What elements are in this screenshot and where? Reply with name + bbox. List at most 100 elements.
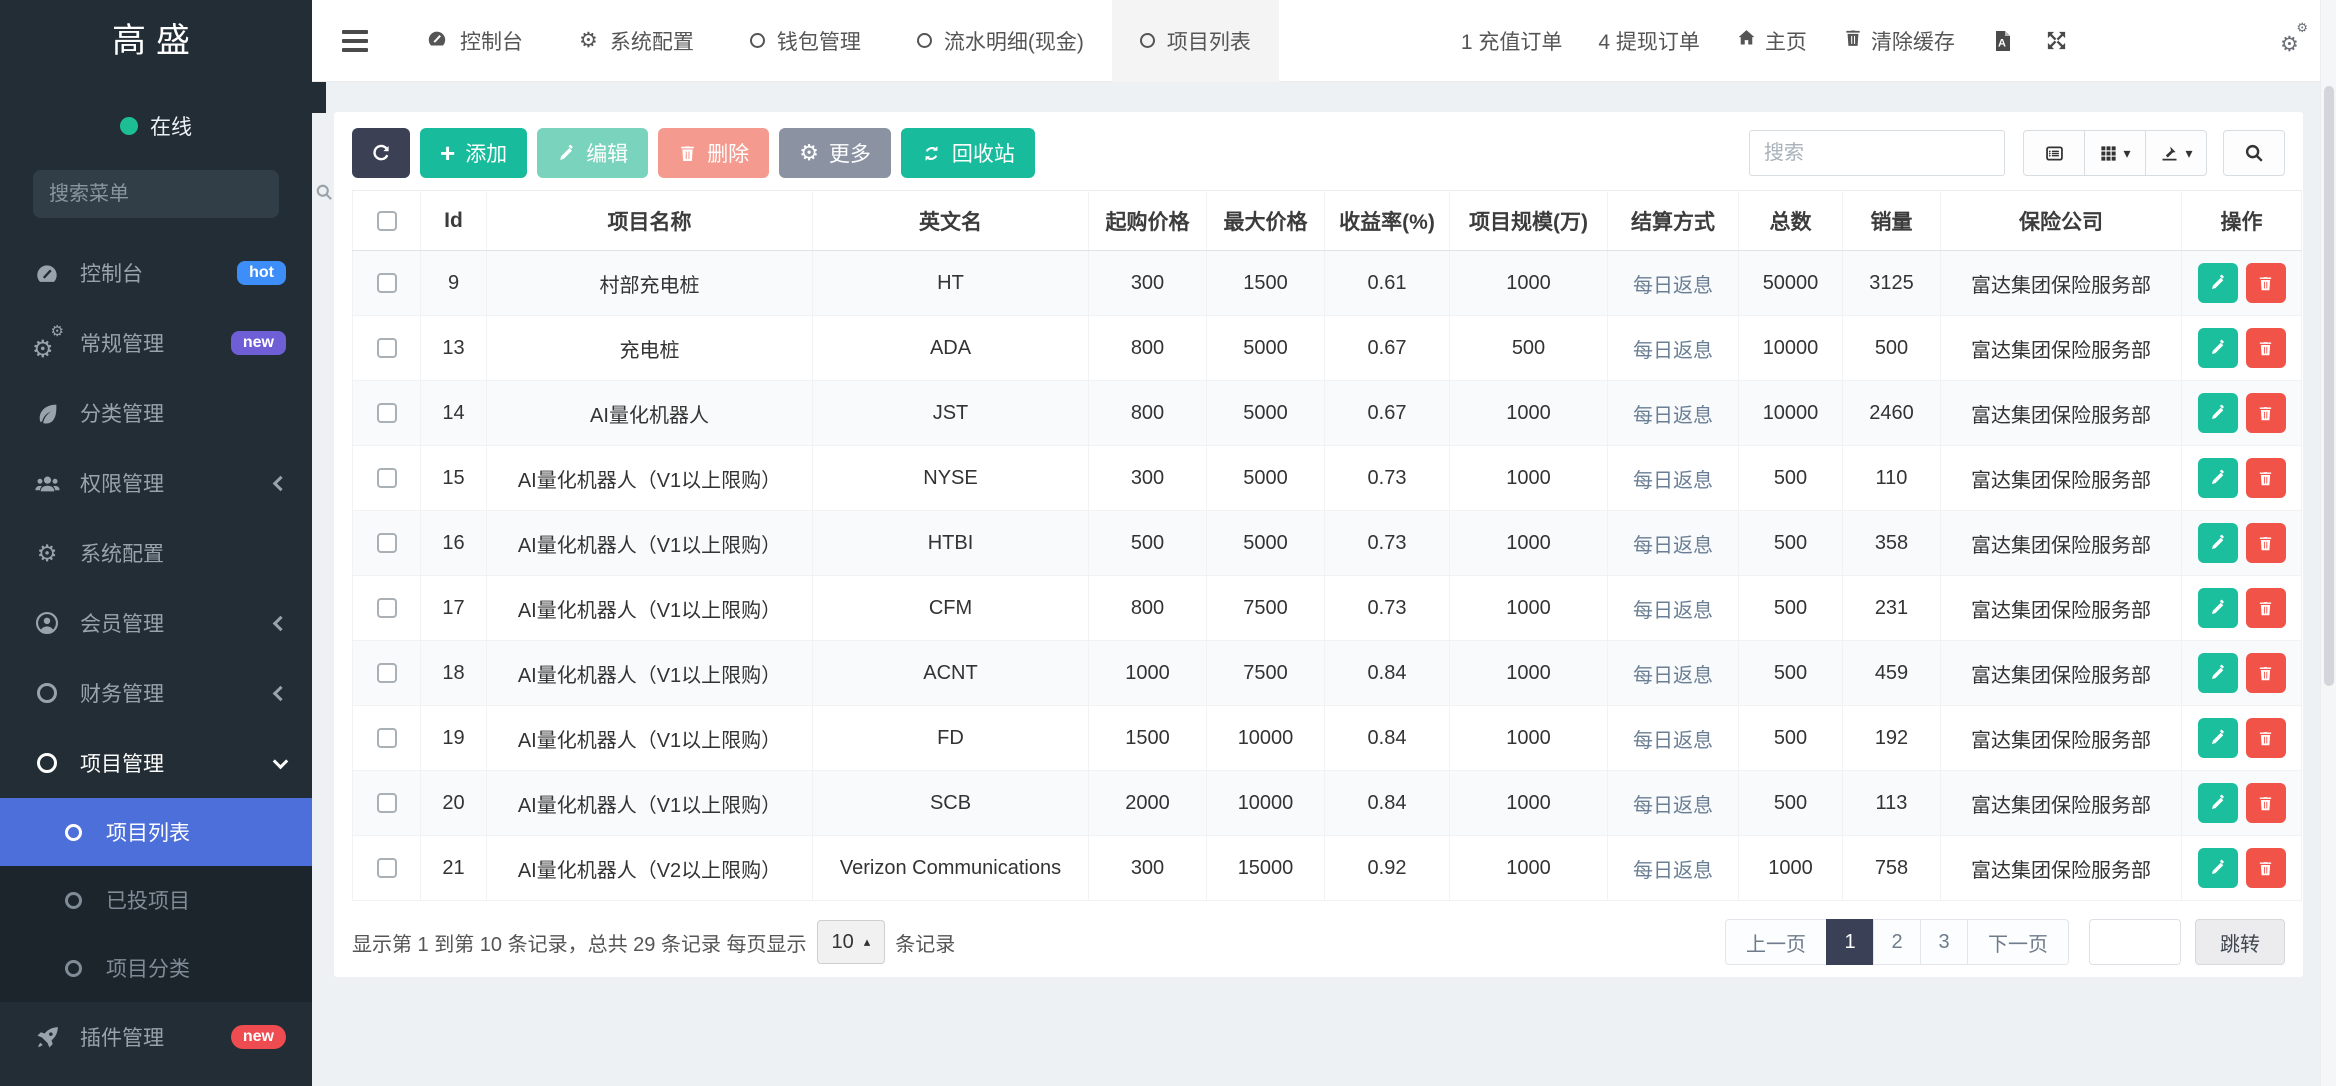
sidebar-item-invested-projects[interactable]: 已投项目	[0, 866, 312, 934]
search-icon	[2243, 142, 2265, 164]
col-settle[interactable]: 结算方式	[1608, 191, 1739, 251]
row-delete-button[interactable]	[2246, 718, 2286, 758]
row-checkbox[interactable]	[377, 663, 397, 683]
sidebar-item-member[interactable]: 会员管理	[0, 588, 312, 658]
row-delete-button[interactable]	[2246, 393, 2286, 433]
row-edit-button[interactable]	[2198, 783, 2238, 823]
row-checkbox[interactable]	[377, 338, 397, 358]
select-all-checkbox[interactable]	[377, 211, 397, 231]
row-edit-button[interactable]	[2198, 523, 2238, 563]
page-3-button[interactable]: 3	[1920, 919, 1968, 965]
clear-cache-link[interactable]: 清除缓存	[1843, 26, 1955, 56]
col-name[interactable]: 项目名称	[487, 191, 813, 251]
tab-project-list[interactable]: 项目列表	[1112, 0, 1279, 82]
row-checkbox[interactable]	[377, 273, 397, 293]
online-status-dot	[120, 117, 138, 135]
withdraw-orders-link[interactable]: 4 提现订单	[1598, 26, 1700, 56]
scrollbar[interactable]	[2320, 0, 2336, 1086]
row-actions	[2182, 251, 2302, 316]
row-delete-button[interactable]	[2246, 588, 2286, 628]
scrollbar-thumb[interactable]	[2324, 86, 2334, 686]
page-1-button[interactable]: 1	[1826, 919, 1874, 965]
table-search-area: ▾ ▾	[1749, 130, 2285, 176]
columns-button[interactable]: ▾	[2084, 130, 2146, 176]
menu-search-input[interactable]	[49, 183, 314, 206]
tab-sysconfig[interactable]: ⚙ 系统配置	[551, 0, 722, 82]
row-delete-button[interactable]	[2246, 848, 2286, 888]
col-total[interactable]: 总数	[1739, 191, 1843, 251]
sidebar-item-general[interactable]: ⚙⚙ 常规管理 new	[0, 308, 312, 378]
col-scale[interactable]: 项目规模(万)	[1450, 191, 1608, 251]
row-delete-button[interactable]	[2246, 653, 2286, 693]
sidebar-item-dashboard[interactable]: 控制台 hot	[0, 238, 312, 308]
row-delete-button[interactable]	[2246, 263, 2286, 303]
jump-button[interactable]: 跳转	[2195, 919, 2285, 965]
row-edit-button[interactable]	[2198, 718, 2238, 758]
refresh-button[interactable]	[352, 128, 410, 178]
row-checkbox[interactable]	[377, 728, 397, 748]
search-button[interactable]	[2223, 130, 2285, 176]
tab-dashboard[interactable]: 控制台	[398, 0, 551, 82]
sidebar-item-project-list[interactable]: 项目列表	[0, 798, 312, 866]
row-checkbox[interactable]	[377, 403, 397, 423]
sidebar-item-category[interactable]: 分类管理	[0, 378, 312, 448]
row-edit-button[interactable]	[2198, 848, 2238, 888]
tab-cash-flow[interactable]: 流水明细(现金)	[889, 0, 1112, 82]
fullscreen-icon[interactable]	[2045, 29, 2068, 52]
row-checkbox[interactable]	[377, 598, 397, 618]
language-icon[interactable]: A	[1991, 29, 2015, 53]
recharge-orders-link[interactable]: 1 充值订单	[1461, 26, 1563, 56]
sidebar-item-project-category[interactable]: 项目分类	[0, 934, 312, 1002]
prev-page-button[interactable]: 上一页	[1725, 919, 1827, 965]
row-edit-button[interactable]	[2198, 653, 2238, 693]
row-checkbox[interactable]	[377, 793, 397, 813]
row-edit-button[interactable]	[2198, 458, 2238, 498]
edit-button[interactable]: 编辑	[537, 128, 648, 178]
detail-view-button[interactable]	[2023, 130, 2085, 176]
tab-wallet[interactable]: 钱包管理	[722, 0, 889, 82]
recycle-bin-button[interactable]: 回收站	[901, 128, 1035, 178]
row-checkbox[interactable]	[377, 468, 397, 488]
row-edit-button[interactable]	[2198, 393, 2238, 433]
delete-button[interactable]: 删除	[658, 128, 769, 178]
sidebar-item-finance[interactable]: 财务管理	[0, 658, 312, 728]
next-page-button[interactable]: 下一页	[1967, 919, 2069, 965]
settings-cogs-icon[interactable]: ⚙⚙	[2280, 25, 2306, 56]
row-checkbox[interactable]	[377, 533, 397, 553]
table-search-input[interactable]	[1749, 130, 2005, 176]
row-edit-button[interactable]	[2198, 263, 2238, 303]
search-icon	[314, 182, 334, 207]
list-icon	[2044, 143, 2065, 164]
more-button[interactable]: ⚙ 更多	[779, 128, 891, 178]
hamburger-menu-icon[interactable]	[312, 30, 398, 52]
trash-icon	[678, 144, 697, 163]
row-delete-button[interactable]	[2246, 523, 2286, 563]
home-link[interactable]: 主页	[1736, 26, 1807, 56]
row-delete-button[interactable]	[2246, 783, 2286, 823]
row-delete-button[interactable]	[2246, 328, 2286, 368]
row-edit-button[interactable]	[2198, 588, 2238, 628]
col-en-name[interactable]: 英文名	[813, 191, 1089, 251]
col-max-price[interactable]: 最大价格	[1207, 191, 1325, 251]
row-edit-button[interactable]	[2198, 328, 2238, 368]
sidebar-item-project[interactable]: 项目管理	[0, 728, 312, 798]
page-2-button[interactable]: 2	[1873, 919, 1921, 965]
trash-icon	[1843, 28, 1863, 54]
row-actions	[2182, 836, 2302, 901]
table-row: 15AI量化机器人（V1以上限购）NYSE 30050000.73 1000每日…	[353, 446, 2302, 511]
row-delete-button[interactable]	[2246, 458, 2286, 498]
col-insurer[interactable]: 保险公司	[1941, 191, 2182, 251]
page-size-dropdown[interactable]: 10 ▴	[817, 920, 886, 964]
col-id[interactable]: Id	[421, 191, 487, 251]
jump-page-input[interactable]	[2089, 919, 2181, 965]
sidebar-item-plugins[interactable]: 插件管理 new	[0, 1002, 312, 1072]
sidebar-item-sysconfig[interactable]: ⚙ 系统配置	[0, 518, 312, 588]
sidebar-item-auth[interactable]: 权限管理	[0, 448, 312, 518]
sidebar-notch	[312, 82, 326, 113]
export-button[interactable]: ▾	[2145, 130, 2207, 176]
row-checkbox[interactable]	[377, 858, 397, 878]
col-rate[interactable]: 收益率(%)	[1325, 191, 1450, 251]
add-button[interactable]: + 添加	[420, 128, 527, 178]
col-min-price[interactable]: 起购价格	[1089, 191, 1207, 251]
col-sales[interactable]: 销量	[1843, 191, 1941, 251]
